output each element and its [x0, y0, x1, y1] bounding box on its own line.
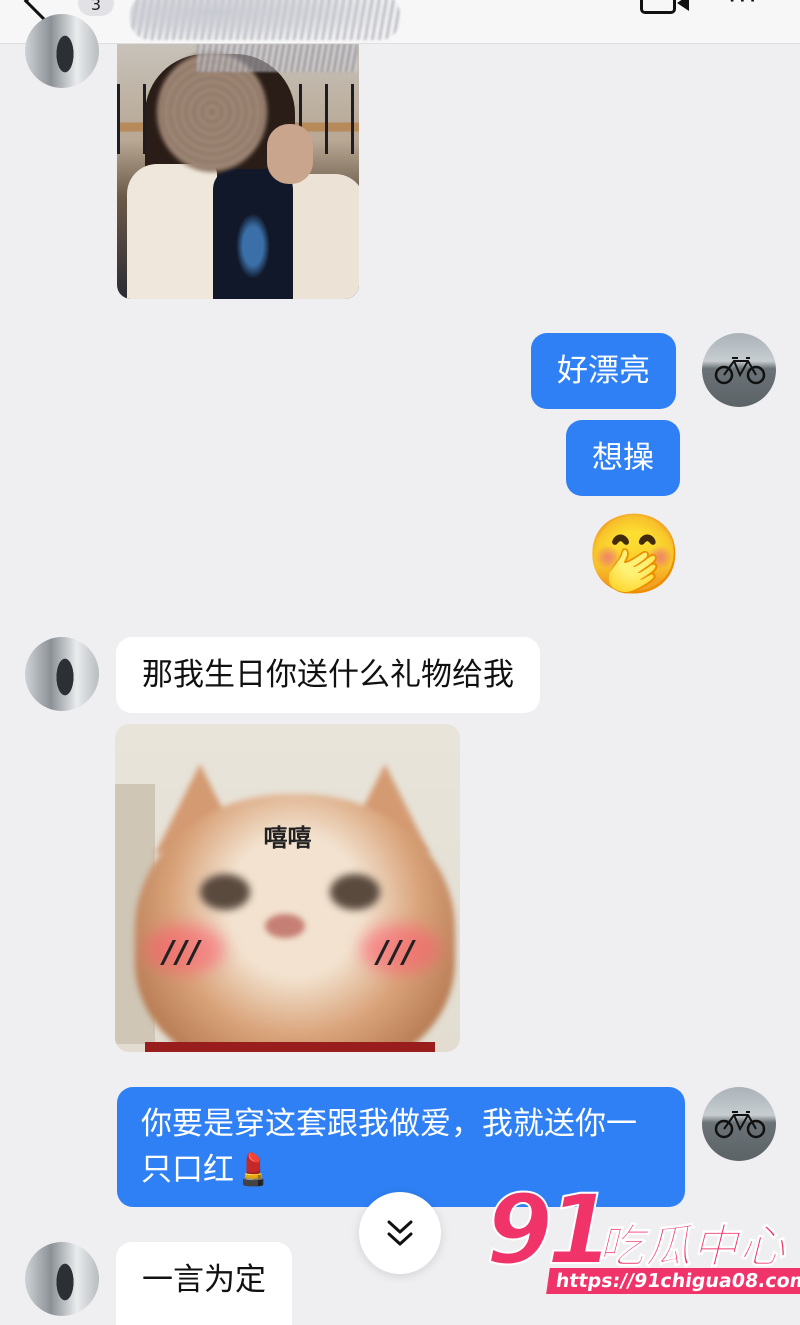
video-call-icon[interactable] [640, 0, 676, 14]
watermark-url: https://91chigua08.com [546, 1268, 800, 1294]
photo-message[interactable] [117, 44, 359, 299]
contact-avatar[interactable] [25, 637, 99, 711]
double-chevron-down-icon [387, 1220, 413, 1246]
photo-dress [213, 169, 293, 299]
outgoing-message[interactable]: 好漂亮 [531, 333, 676, 409]
blush-marks: /// [377, 935, 416, 970]
chat-header: 3 ··· [0, 0, 800, 44]
photo-hand [267, 124, 313, 184]
cat-eye [200, 874, 250, 910]
bicycle-icon [714, 357, 766, 385]
watermark-number: 91 [485, 1174, 615, 1286]
contact-avatar[interactable] [25, 1242, 99, 1316]
my-avatar[interactable] [702, 1087, 776, 1161]
photo-cardigan [127, 164, 217, 299]
unread-count-badge: 3 [78, 0, 114, 16]
scroll-to-bottom-button[interactable] [359, 1192, 441, 1274]
redacted-contact-name [130, 0, 400, 40]
cat-collar [145, 1042, 435, 1052]
blush-marks: /// [163, 935, 202, 970]
cat-eye [330, 874, 380, 910]
more-options-icon[interactable]: ··· [728, 0, 768, 14]
cat-sticker-message[interactable]: /// /// 嘻嘻 [115, 724, 460, 1052]
sticker-caption: 嘻嘻 [263, 824, 312, 852]
contact-avatar[interactable] [25, 14, 99, 88]
bicycle-icon [714, 1111, 766, 1139]
incoming-message[interactable]: 那我生日你送什么礼物给我 [116, 637, 540, 713]
site-watermark: 91 吃瓜中心 https://91chigua08.com [485, 1174, 800, 1310]
cat-nose [265, 914, 305, 938]
outgoing-message[interactable]: 想操 [566, 420, 680, 496]
photo-cardigan [285, 174, 359, 299]
hand-over-mouth-emoji[interactable]: 🤭 [584, 510, 684, 600]
redaction-scribble [197, 44, 357, 72]
watermark-name: 吃瓜中心 [598, 1219, 786, 1274]
my-avatar[interactable] [702, 333, 776, 407]
incoming-message[interactable]: 一言为定 [116, 1242, 292, 1325]
chat-screen: 3 ··· 好漂亮 想操 🤭 那我生日你送什么礼物给我 /// /// 嘻嘻 你… [0, 0, 800, 1325]
